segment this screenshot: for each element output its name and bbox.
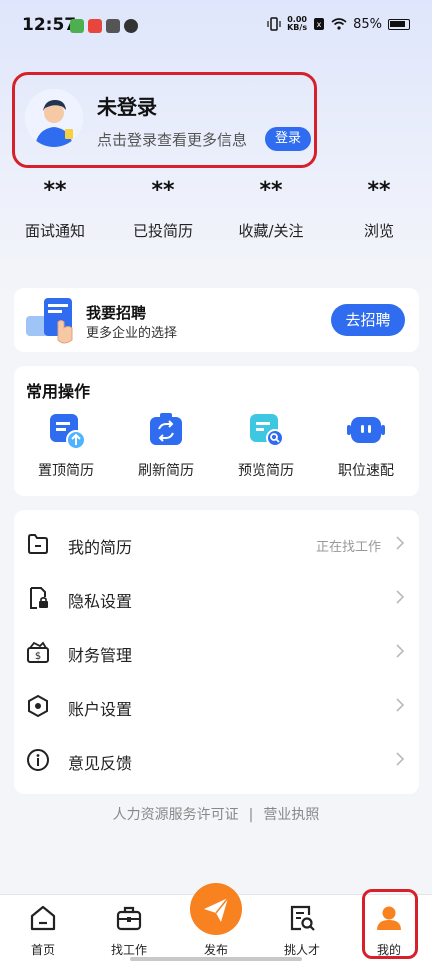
op-refresh-resume[interactable]: 刷新简历	[116, 410, 216, 480]
stat-interview-notice[interactable]: ** 面试通知	[5, 178, 105, 241]
tab-find-talent[interactable]: 挑人才	[259, 903, 345, 958]
stat-favorites[interactable]: ** 收藏/关注	[221, 178, 321, 241]
stat-label: 面试通知	[24, 222, 85, 240]
wallet-icon: $	[27, 641, 49, 663]
menu-item-label: 我的简历	[68, 538, 133, 557]
menu-item-privacy[interactable]: 隐私设置	[14, 570, 419, 624]
menu-item-my-resume[interactable]: 我的简历 正在找工作	[14, 516, 419, 570]
avatar[interactable]	[25, 89, 83, 147]
home-icon	[30, 905, 56, 931]
weibo-notification-icon	[88, 19, 102, 33]
op-top-resume[interactable]: 置顶简历	[16, 410, 116, 480]
stat-label: 收藏/关注	[238, 222, 304, 240]
app-notification-icon	[70, 19, 84, 33]
menu-item-label: 财务管理	[68, 646, 133, 665]
chevron-right-icon	[396, 752, 405, 766]
tab-home[interactable]: 首页	[0, 903, 86, 958]
business-license-link[interactable]: 营业执照	[263, 807, 319, 823]
menu-item-label: 意见反馈	[68, 754, 133, 773]
footer-separator: |	[248, 807, 254, 823]
tab-label: 挑人才	[283, 943, 320, 957]
profile-hint: 点击登录查看更多信息	[97, 131, 248, 149]
nfc-icon: x	[314, 18, 325, 30]
status-time: 12:57	[22, 15, 77, 35]
op-label: 刷新简历	[138, 463, 194, 479]
go-recruit-button[interactable]: 去招聘	[331, 304, 405, 336]
preview-resume-icon	[246, 410, 286, 450]
wifi-icon	[331, 18, 347, 30]
home-indicator[interactable]	[130, 957, 302, 961]
profile-header[interactable]: 未登录 点击登录查看更多信息 登录	[12, 72, 317, 168]
briefcase-icon	[116, 906, 142, 931]
op-label: 预览简历	[238, 463, 294, 479]
recruit-illustration-icon	[26, 298, 73, 344]
op-preview-resume[interactable]: 预览简历	[216, 410, 316, 480]
net-speed-unit: KB/s	[287, 23, 308, 32]
folder-icon	[28, 534, 48, 554]
tab-label: 发布	[203, 943, 228, 957]
chevron-right-icon	[396, 644, 405, 658]
op-label: 职位速配	[338, 463, 394, 479]
info-icon	[27, 749, 49, 771]
tab-find-job[interactable]: 找工作	[86, 903, 172, 958]
stat-value: **	[43, 178, 67, 203]
common-operations-title: 常用操作	[26, 382, 91, 401]
common-operations-card: 常用操作 置顶简历 刷新简历 预览简历 职位速配	[14, 366, 419, 496]
profile-name: 未登录	[97, 95, 157, 119]
recruit-title: 我要招聘	[86, 304, 147, 322]
job-status-text: 正在找工作	[315, 540, 381, 555]
status-right: 0.00 KB/s x 85%	[267, 16, 410, 32]
notification-icons	[70, 19, 138, 33]
stats-row: ** 面试通知 ** 已投简历 ** 收藏/关注 ** 浏览	[0, 178, 432, 248]
menu-item-account[interactable]: 账户设置	[14, 678, 419, 732]
link-notification-icon	[124, 19, 138, 33]
lock-doc-icon	[30, 587, 48, 609]
menu-item-feedback[interactable]: 意见反馈	[14, 732, 419, 786]
stat-value: **	[367, 178, 391, 203]
chevron-right-icon	[396, 698, 405, 712]
menu-item-finance[interactable]: $ 财务管理	[14, 624, 419, 678]
stat-views[interactable]: ** 浏览	[329, 178, 429, 241]
tab-publish[interactable]: 发布	[173, 883, 259, 958]
job-match-icon	[346, 410, 386, 450]
stat-submitted-resumes[interactable]: ** 已投简历	[113, 178, 213, 241]
vibrate-icon	[267, 17, 281, 31]
svg-text:x: x	[317, 20, 322, 29]
menu-item-label: 账户设置	[68, 700, 133, 719]
stat-value: **	[259, 178, 283, 203]
battery-percent: 85%	[353, 16, 382, 32]
recruit-subtitle: 更多企业的选择	[86, 326, 178, 341]
settings-menu: 我的简历 正在找工作 隐私设置 $ 财务管理 账户设置 意见反馈	[14, 510, 419, 794]
chevron-right-icon	[396, 590, 405, 604]
op-label: 置顶简历	[38, 463, 94, 479]
search-doc-icon	[290, 905, 315, 931]
resume-top-icon	[46, 410, 86, 450]
op-job-match[interactable]: 职位速配	[316, 410, 416, 480]
status-bar: 12:57 0.00 KB/s x 85%	[0, 0, 432, 52]
login-button[interactable]: 登录	[265, 127, 311, 151]
mail-notification-icon	[106, 19, 120, 33]
publish-button[interactable]	[190, 883, 242, 935]
recruit-banner[interactable]: 我要招聘 更多企业的选择 去招聘	[14, 288, 419, 352]
battery-icon	[388, 18, 410, 30]
footer-links: 人力资源服务许可证 | 营业执照	[0, 804, 432, 824]
tab-label: 首页	[30, 943, 55, 957]
net-speed: 0.00 KB/s	[287, 16, 307, 32]
me-tab-highlight	[362, 889, 418, 959]
send-icon	[204, 897, 229, 922]
svg-text:$: $	[35, 651, 41, 662]
menu-item-label: 隐私设置	[68, 592, 133, 611]
tab-label: 找工作	[110, 943, 147, 957]
hr-license-link[interactable]: 人力资源服务许可证	[113, 807, 239, 823]
stat-value: **	[151, 178, 175, 203]
hexagon-settings-icon	[28, 694, 48, 718]
chevron-right-icon	[396, 536, 405, 550]
refresh-resume-icon	[146, 410, 186, 450]
stat-label: 已投简历	[132, 222, 193, 240]
stat-label: 浏览	[363, 222, 394, 240]
